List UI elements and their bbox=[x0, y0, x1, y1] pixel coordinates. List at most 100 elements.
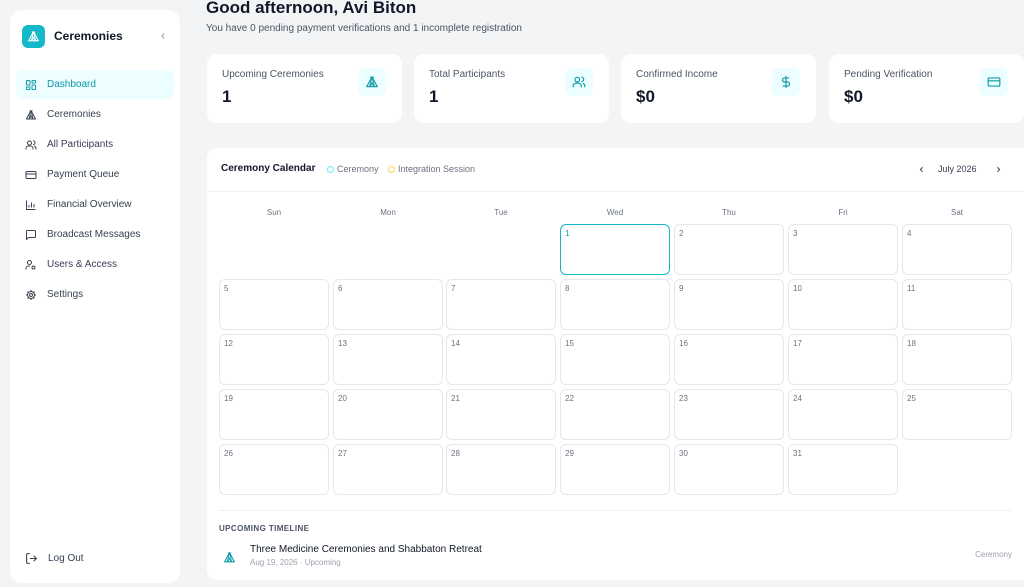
sidebar-item-label: All Participants bbox=[47, 139, 114, 150]
calendar-day[interactable]: 14 bbox=[446, 334, 556, 385]
sidebar-nav: Dashboard Ceremonies All Participants Pa… bbox=[16, 70, 174, 310]
calendar-day[interactable]: 30 bbox=[674, 444, 784, 495]
dollar-icon bbox=[772, 68, 800, 96]
weekday-header: Sat bbox=[950, 208, 963, 217]
legend-dot bbox=[388, 165, 395, 173]
sidebar-item-ceremonies[interactable]: Ceremonies bbox=[16, 100, 174, 129]
tent-icon bbox=[219, 547, 239, 567]
collapse-sidebar-chevron-left-icon[interactable] bbox=[154, 26, 172, 46]
calendar-day[interactable]: 23 bbox=[674, 389, 784, 440]
legend-item-ceremony: Ceremony bbox=[327, 164, 379, 174]
dashboard-icon bbox=[25, 79, 37, 91]
calendar-day[interactable]: 2 bbox=[674, 224, 784, 275]
sidebar-item-broadcast-messages[interactable]: Broadcast Messages bbox=[16, 220, 174, 249]
timeline-event-meta: Aug 19, 2026 · Upcoming bbox=[250, 558, 341, 567]
sidebar-item-label: Users & Access bbox=[47, 259, 118, 270]
stat-value: 1 bbox=[429, 87, 439, 106]
stat-card-upcoming-ceremonies: Upcoming Ceremonies 1 bbox=[207, 54, 402, 123]
users-icon bbox=[565, 68, 593, 96]
legend-label: Integration Session bbox=[398, 164, 476, 174]
calendar-day[interactable]: 26 bbox=[219, 444, 329, 495]
calendar-day[interactable]: 6 bbox=[333, 279, 443, 330]
sidebar-item-dashboard[interactable]: Dashboard bbox=[16, 70, 174, 99]
sidebar: Ceremonies Dashboard Ceremonies All Part… bbox=[10, 10, 180, 583]
stat-label: Upcoming Ceremonies bbox=[222, 69, 324, 80]
calendar-day[interactable]: 27 bbox=[333, 444, 443, 495]
tent-icon bbox=[25, 109, 37, 121]
calendar-day[interactable]: 16 bbox=[674, 334, 784, 385]
calendar-day[interactable]: 4 bbox=[902, 224, 1012, 275]
stat-value: $0 bbox=[844, 87, 863, 106]
calendar-day[interactable]: 19 bbox=[219, 389, 329, 440]
sidebar-item-label: Settings bbox=[47, 289, 84, 300]
page-subtitle: You have 0 pending payment verifications… bbox=[206, 23, 522, 34]
sidebar-item-payment-queue[interactable]: Payment Queue bbox=[16, 160, 174, 189]
sidebar-item-label: Broadcast Messages bbox=[47, 229, 141, 240]
timeline-event-type: Ceremony bbox=[975, 550, 1012, 559]
divider bbox=[219, 510, 1012, 511]
sidebar-item-settings[interactable]: Settings bbox=[16, 280, 174, 309]
calendar-day[interactable]: 3 bbox=[788, 224, 898, 275]
timeline-title: UPCOMING TIMELINE bbox=[219, 524, 310, 533]
page-title: Good afternoon, Avi Biton bbox=[206, 0, 417, 17]
calendar-day[interactable]: 9 bbox=[674, 279, 784, 330]
calendar-day[interactable]: 25 bbox=[902, 389, 1012, 440]
calendar-day[interactable]: 10 bbox=[788, 279, 898, 330]
legend-dot bbox=[327, 165, 334, 173]
calendar-day-today[interactable]: 1 bbox=[560, 224, 670, 275]
timeline-event-name[interactable]: Three Medicine Ceremonies and Shabbaton … bbox=[250, 544, 482, 555]
credit-card-icon bbox=[980, 68, 1008, 96]
current-month: July 2026 bbox=[938, 164, 977, 174]
next-month-chevron-right-icon[interactable] bbox=[992, 162, 1004, 176]
stat-card-confirmed-income: Confirmed Income $0 bbox=[621, 54, 816, 123]
logout-icon bbox=[25, 552, 38, 565]
sidebar-item-users-access[interactable]: Users & Access bbox=[16, 250, 174, 279]
sidebar-item-label: Payment Queue bbox=[47, 169, 120, 180]
calendar-day[interactable]: 17 bbox=[788, 334, 898, 385]
weekday-header: Wed bbox=[606, 208, 624, 217]
weekday-header: Fri bbox=[838, 208, 848, 217]
calendar-title: Ceremony Calendar bbox=[221, 163, 316, 174]
credit-card-icon bbox=[25, 169, 37, 181]
calendar-day[interactable]: 29 bbox=[560, 444, 670, 495]
tent-icon bbox=[358, 68, 386, 96]
calendar-day[interactable]: 8 bbox=[560, 279, 670, 330]
calendar-day[interactable]: 21 bbox=[446, 389, 556, 440]
stat-value: $0 bbox=[636, 87, 655, 106]
logout-label: Log Out bbox=[48, 553, 84, 564]
calendar-day[interactable]: 24 bbox=[788, 389, 898, 440]
calendar-day[interactable]: 15 bbox=[560, 334, 670, 385]
sidebar-item-label: Financial Overview bbox=[47, 199, 132, 210]
calendar-day[interactable]: 20 bbox=[333, 389, 443, 440]
calendar-day[interactable]: 22 bbox=[560, 389, 670, 440]
weekday-header: Sun bbox=[266, 208, 282, 217]
calendar-day[interactable]: 11 bbox=[902, 279, 1012, 330]
stat-label: Total Participants bbox=[429, 69, 506, 80]
calendar-day[interactable]: 5 bbox=[219, 279, 329, 330]
stat-card-pending-verification: Pending Verification $0 bbox=[829, 54, 1024, 123]
user-key-icon bbox=[25, 259, 37, 271]
calendar-day[interactable]: 28 bbox=[446, 444, 556, 495]
brand-name: Ceremonies bbox=[54, 29, 123, 43]
stat-label: Confirmed Income bbox=[636, 69, 718, 80]
brand: Ceremonies bbox=[22, 24, 172, 48]
calendar-day[interactable]: 13 bbox=[333, 334, 443, 385]
calendar-day[interactable]: 7 bbox=[446, 279, 556, 330]
sidebar-item-financial-overview[interactable]: Financial Overview bbox=[16, 190, 174, 219]
calendar-day[interactable]: 12 bbox=[219, 334, 329, 385]
calendar-day[interactable]: 18 bbox=[902, 334, 1012, 385]
logout-button[interactable]: Log Out bbox=[25, 552, 84, 565]
ceremony-calendar: Ceremony Calendar Ceremony Integration S… bbox=[207, 148, 1024, 580]
prev-month-chevron-left-icon[interactable] bbox=[915, 162, 927, 176]
weekday-header: Mon bbox=[380, 208, 396, 217]
gear-icon bbox=[25, 289, 37, 301]
sidebar-item-label: Ceremonies bbox=[47, 109, 101, 120]
calendar-day[interactable]: 31 bbox=[788, 444, 898, 495]
weekday-header: Tue bbox=[494, 208, 508, 217]
message-icon bbox=[25, 229, 37, 241]
sidebar-item-label: Dashboard bbox=[47, 79, 96, 90]
users-icon bbox=[25, 139, 37, 151]
sidebar-item-all-participants[interactable]: All Participants bbox=[16, 130, 174, 159]
legend-label: Ceremony bbox=[337, 164, 379, 174]
calendar-header: Ceremony Calendar Ceremony Integration S… bbox=[207, 148, 1024, 192]
